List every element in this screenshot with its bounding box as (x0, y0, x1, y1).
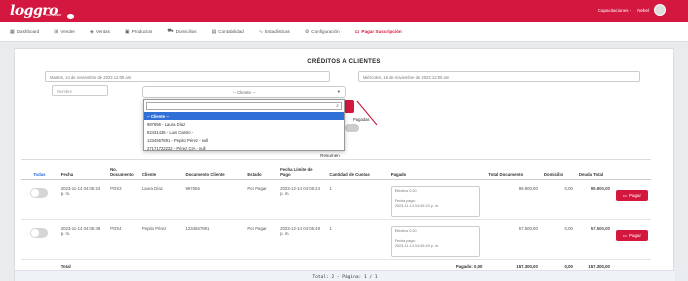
nav-productos[interactable]: ▣ Productos (125, 29, 152, 35)
cell-deuda: 57.500,00 (575, 219, 613, 260)
cell-fecha: 2023-11-14 04:05:49 p. m. (57, 219, 108, 260)
logo-subtitle: contador (46, 12, 62, 17)
row-select-toggle[interactable] (30, 188, 49, 198)
cliente-dropdown: ⌕ -- Cliente -- 987656 - Laura Díaz 8243… (143, 99, 345, 151)
ledger-icon: ▤ (211, 28, 217, 35)
search-icon: ⌕ (336, 103, 339, 109)
column-header: Domicilio (540, 159, 576, 180)
nav-ventas[interactable]: ◈ Ventas (90, 29, 110, 35)
pagado-box: Efectivo 0,00 Fecha pago: 2023-11-14 04:… (390, 226, 480, 257)
pagadas-label: Pagadas (353, 117, 370, 122)
column-header: Estado (244, 159, 278, 180)
cell-doc: POS4 (107, 219, 139, 260)
dropdown-option[interactable]: 1234567891 - Pepito Pérez - null (144, 136, 344, 144)
box-icon: ▣ (124, 28, 130, 35)
cell-limite: 2023-12-14 04:05:24 p. m. (277, 179, 327, 220)
pay-button[interactable]: ▭ Pagar (615, 190, 648, 201)
nav-configuracion[interactable]: ⚙ Configuración (305, 29, 340, 35)
cell-doc: POS3 (107, 179, 139, 220)
cell-domicilio: 0,00 (540, 179, 576, 220)
cell-estado: Por Pagar (244, 179, 278, 220)
eye-icon[interactable] (67, 14, 74, 19)
cell-doc-cliente: 1234567891 (182, 219, 245, 260)
search-button[interactable] (344, 100, 354, 113)
column-header: Fecha (57, 159, 108, 180)
delivery-icon: ⛟ (167, 28, 174, 34)
top-bar: loggro contador Capacitaciones - Nebel 0 (0, 0, 688, 22)
pagado-box: Efectivo 0,00 Fecha pago: 2023-11-14 04:… (390, 186, 480, 217)
dashboard-icon: ▦ (10, 28, 15, 35)
pay-button[interactable]: ▭ Pagar (615, 230, 648, 241)
column-header: No. Documento (107, 159, 139, 180)
credits-panel: CRÉDITOS A CLIENTES Martes, 14 de noviem… (14, 48, 675, 281)
select-all-link[interactable]: Todas (21, 159, 58, 180)
credit-card-icon: ▭ (354, 28, 360, 35)
date-from-input[interactable]: Martes, 14 de noviembre de 2023 12:00 am (45, 71, 330, 82)
column-header: Fecha Límite de Pago (277, 159, 327, 180)
column-header: Cantidad de Cuotas (326, 159, 388, 180)
column-header: Documento Cliente (182, 159, 245, 180)
cliente-select[interactable]: -- Cliente -- ▾ (142, 86, 346, 98)
cell-total: 99.800,00 (485, 179, 541, 220)
row-select-toggle[interactable] (30, 228, 49, 238)
chevron-down-icon: ▾ (337, 89, 340, 94)
nav-contabilidad[interactable]: ▤ Contabilidad (212, 29, 244, 35)
dropdown-option[interactable]: 27171722222 - Pérez CIA - null (144, 144, 344, 152)
avatar[interactable] (654, 4, 666, 16)
table-row: 2023-11-14 04:05:24 p. m. POS3 Laura Día… (21, 179, 651, 220)
pagination-footer: Total: 2 - Página: 1 / 1 (15, 270, 675, 281)
page-title: CRÉDITOS A CLIENTES (307, 59, 381, 65)
chart-icon: ∿ (258, 28, 264, 35)
tag-icon: ◈ (89, 28, 94, 35)
cell-cuotas: 1 (326, 219, 388, 260)
main-nav: ▦ Dashboard ⊞ Vender ◈ Ventas ▣ Productos ⛟ D… (0, 22, 688, 42)
pagadas-toggle[interactable] (345, 124, 359, 132)
dropdown-option[interactable]: 82431436 - Luis Castro - (144, 128, 344, 136)
dropdown-search-input[interactable]: ⌕ (146, 102, 342, 110)
cell-doc-cliente: 987656 (182, 179, 245, 220)
column-header: Cliente (138, 159, 183, 180)
cell-estado: Por Pagar (244, 219, 278, 260)
arrow-annotation (356, 100, 378, 126)
nav-pagar-suscripcion[interactable]: ▭ Pagar Suscripción (355, 29, 402, 35)
credits-table: Todas Fecha No. Documento Cliente Docume… (21, 159, 651, 274)
user-name[interactable]: Nebel (637, 8, 649, 13)
nav-vender[interactable]: ⊞ Vender (54, 29, 75, 35)
cell-domicilio: 0,00 (540, 219, 576, 260)
column-header: Total Documento (485, 159, 541, 180)
resumen-heading: Resumen (320, 153, 340, 158)
dropdown-option[interactable]: -- Cliente -- (144, 112, 344, 120)
nav-domicilios[interactable]: ⛟ Domicilios (167, 28, 196, 35)
cell-cliente: Pepito Pérez (138, 219, 183, 260)
cell-cliente: Laura Díaz (138, 179, 183, 220)
cart-icon: ⊞ (54, 28, 59, 35)
credit-card-icon: ▭ (622, 192, 628, 198)
company-name[interactable]: Capacitaciones - (598, 8, 632, 13)
cell-total: 57.500,00 (485, 219, 541, 260)
cell-fecha: 2023-11-14 04:05:24 p. m. (57, 179, 108, 220)
column-header: Deuda Total (575, 159, 613, 180)
date-to-input[interactable]: Miércoles, 15 de noviembre de 2023 12:00… (358, 71, 640, 82)
cell-cuotas: 1 (326, 179, 388, 220)
column-header (612, 159, 651, 180)
column-header: Pagado (387, 159, 486, 180)
cell-deuda: 99.800,00 (575, 179, 613, 220)
nav-estadisticas[interactable]: ∿ Estadísticas (259, 29, 290, 35)
cell-limite: 2023-12-14 04:05:49 p. m. (277, 219, 327, 260)
nav-dashboard[interactable]: ▦ Dashboard (10, 29, 39, 35)
credit-card-icon: ▭ (622, 232, 628, 238)
dropdown-option[interactable]: 987656 - Laura Díaz (144, 120, 344, 128)
gear-icon: ⚙ (304, 28, 310, 35)
table-row: 2023-11-14 04:05:49 p. m. POS4 Pepito Pé… (21, 219, 651, 260)
name-input[interactable]: Nombre (52, 85, 108, 96)
